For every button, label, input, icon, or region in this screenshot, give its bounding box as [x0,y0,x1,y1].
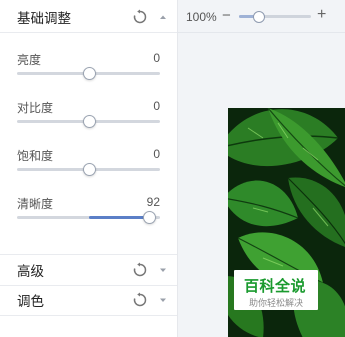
slider-thumb[interactable] [82,163,96,176]
reset-icon[interactable] [132,9,148,25]
section-basic-title: 基础调整 [17,11,71,26]
slider-fill [88,216,149,219]
slider-label: 饱和度 [17,149,54,163]
slider-value: 92 [146,195,160,209]
slider-brightness: 亮度 0 [0,51,177,91]
brand-watermark: 百科全说 助你轻松解决 [234,270,318,310]
section-color-header[interactable]: 调色 [0,285,177,315]
slider-label: 对比度 [17,101,54,115]
slider-thumb[interactable] [82,115,96,128]
slider-label: 亮度 [17,53,42,67]
zoom-out-button[interactable]: − [222,7,231,24]
slider-value: 0 [153,99,160,113]
section-advanced-title: 高级 [17,264,44,279]
slider-saturation: 饱和度 0 [0,147,177,187]
adjustment-panel: 基础调整 亮度 0 对比度 0 饱和度 0 清晰度 92 高级 调色 [0,0,178,337]
watermark-subtitle: 助你轻松解决 [249,298,304,308]
zoom-level: 100% [186,10,217,24]
slider-track[interactable] [17,67,160,80]
reset-icon[interactable] [132,292,148,308]
slider-thumb[interactable] [82,67,96,80]
slider-contrast: 对比度 0 [0,99,177,139]
section-basic-header[interactable]: 基础调整 [0,2,177,32]
slider-value: 0 [153,51,160,65]
divider [0,315,177,316]
divider [0,32,177,33]
zoom-in-button[interactable]: + [317,6,326,24]
slider-thumb[interactable] [142,211,156,224]
zoom-slider[interactable] [239,11,311,23]
slider-value: 0 [153,147,160,161]
slider-label: 清晰度 [17,197,54,211]
caret-up-icon[interactable] [158,12,168,22]
divider [177,32,345,33]
caret-down-icon[interactable] [158,295,168,305]
caret-down-icon[interactable] [158,265,168,275]
section-color-title: 调色 [17,294,44,309]
reset-icon[interactable] [132,262,148,278]
slider-track[interactable] [17,211,160,224]
watermark-title: 百科全说 [244,278,307,295]
section-advanced-header[interactable]: 高级 [0,255,177,285]
slider-clarity: 清晰度 92 [0,195,177,235]
slider-track[interactable] [17,115,160,128]
slider-track[interactable] [17,163,160,176]
zoom-slider-thumb[interactable] [253,11,266,23]
